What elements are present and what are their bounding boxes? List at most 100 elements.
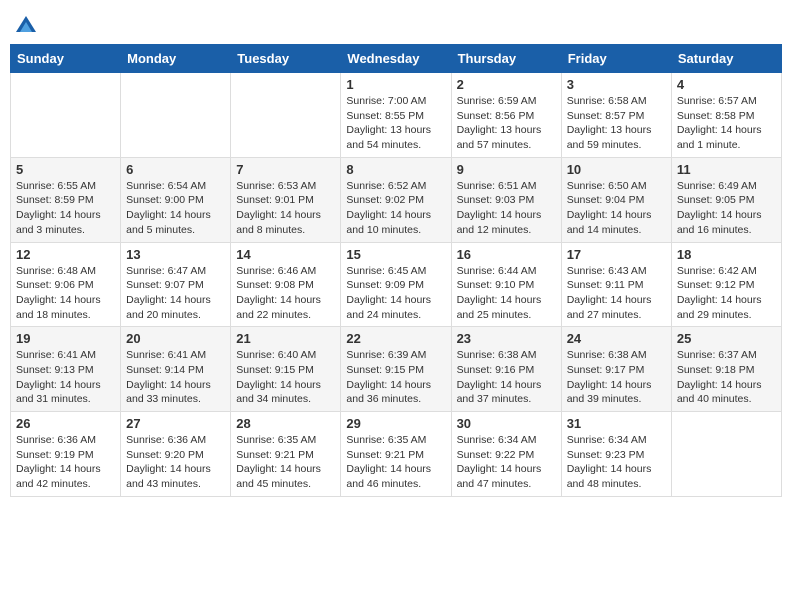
weekday-header-saturday: Saturday <box>671 45 781 73</box>
day-number: 23 <box>457 331 556 346</box>
day-number: 30 <box>457 416 556 431</box>
day-info: Sunrise: 6:48 AM Sunset: 9:06 PM Dayligh… <box>16 264 115 323</box>
calendar-cell <box>671 412 781 497</box>
calendar-cell: 20 Sunrise: 6:41 AM Sunset: 9:14 PM Dayli… <box>121 327 231 412</box>
calendar-cell: 30Sunrise: 6:34 AM Sunset: 9:22 PM Dayli… <box>451 412 561 497</box>
day-number: 29 <box>346 416 445 431</box>
day-number: 25 <box>677 331 776 346</box>
day-number: 7 <box>236 162 335 177</box>
page-header <box>10 10 782 38</box>
calendar-cell: 19Sunrise: 6:41 AM Sunset: 9:13 PM Dayli… <box>11 327 121 412</box>
day-info: Sunrise: 6:42 AM Sunset: 9:12 PM Dayligh… <box>677 264 776 323</box>
day-info: Sunrise: 6:49 AM Sunset: 9:05 PM Dayligh… <box>677 179 776 238</box>
day-number: 18 <box>677 247 776 262</box>
day-number: 17 <box>567 247 666 262</box>
day-info: Sunrise: 6:55 AM Sunset: 8:59 PM Dayligh… <box>16 179 115 238</box>
calendar-week-3: 12 Sunrise: 6:48 AM Sunset: 9:06 PM Dayli… <box>11 242 782 327</box>
day-number: 28 <box>236 416 335 431</box>
day-number: 22 <box>346 331 445 346</box>
day-info: Sunrise: 6:47 AM Sunset: 9:07 PM Dayligh… <box>126 264 225 323</box>
day-number: 31 <box>567 416 666 431</box>
day-number: 27 <box>126 416 225 431</box>
day-info: Sunrise: 6:45 AM Sunset: 9:09 PM Dayligh… <box>346 264 445 323</box>
day-info: Sunrise: 6:37 AM Sunset: 9:18 PM Dayligh… <box>677 348 776 407</box>
day-number: 10 <box>567 162 666 177</box>
day-number: 12 <box>16 247 115 262</box>
calendar-cell: 26 Sunrise: 6:36 AM Sunset: 9:19 PM Dayli… <box>11 412 121 497</box>
day-number: 2 <box>457 77 556 92</box>
calendar-cell: 23 Sunrise: 6:38 AM Sunset: 9:16 PM Dayli… <box>451 327 561 412</box>
day-info: Sunrise: 6:43 AM Sunset: 9:11 PM Dayligh… <box>567 264 666 323</box>
calendar-cell: 15 Sunrise: 6:45 AM Sunset: 9:09 PM Dayli… <box>341 242 451 327</box>
day-number: 8 <box>346 162 445 177</box>
calendar-cell: 21 Sunrise: 6:40 AM Sunset: 9:15 PM Dayli… <box>231 327 341 412</box>
day-info: Sunrise: 6:36 AM Sunset: 9:19 PM Dayligh… <box>16 433 115 492</box>
calendar-cell: 7 Sunrise: 6:53 AM Sunset: 9:01 PM Daylig… <box>231 157 341 242</box>
day-number: 5 <box>16 162 115 177</box>
day-number: 13 <box>126 247 225 262</box>
day-info: Sunrise: 6:39 AM Sunset: 9:15 PM Dayligh… <box>346 348 445 407</box>
day-number: 16 <box>457 247 556 262</box>
day-info: Sunrise: 6:59 AM Sunset: 8:56 PM Dayligh… <box>457 94 556 153</box>
calendar-cell: 11 Sunrise: 6:49 AM Sunset: 9:05 PM Dayli… <box>671 157 781 242</box>
day-info: Sunrise: 6:58 AM Sunset: 8:57 PM Dayligh… <box>567 94 666 153</box>
calendar-cell: 17 Sunrise: 6:43 AM Sunset: 9:11 PM Dayli… <box>561 242 671 327</box>
weekday-header-friday: Friday <box>561 45 671 73</box>
calendar-cell: 24Sunrise: 6:38 AM Sunset: 9:17 PM Dayli… <box>561 327 671 412</box>
day-number: 15 <box>346 247 445 262</box>
day-info: Sunrise: 6:34 AM Sunset: 9:23 PM Dayligh… <box>567 433 666 492</box>
day-info: Sunrise: 6:38 AM Sunset: 9:17 PM Dayligh… <box>567 348 666 407</box>
calendar-table: SundayMondayTuesdayWednesdayThursdayFrid… <box>10 44 782 497</box>
day-info: Sunrise: 7:00 AM Sunset: 8:55 PM Dayligh… <box>346 94 445 153</box>
weekday-header-sunday: Sunday <box>11 45 121 73</box>
calendar-cell <box>121 73 231 158</box>
calendar-cell <box>11 73 121 158</box>
logo <box>10 10 40 38</box>
day-info: Sunrise: 6:50 AM Sunset: 9:04 PM Dayligh… <box>567 179 666 238</box>
calendar-cell: 14 Sunrise: 6:46 AM Sunset: 9:08 PM Dayli… <box>231 242 341 327</box>
day-number: 9 <box>457 162 556 177</box>
calendar-cell: 1 Sunrise: 7:00 AM Sunset: 8:55 PM Daylig… <box>341 73 451 158</box>
weekday-header-thursday: Thursday <box>451 45 561 73</box>
calendar-cell: 16 Sunrise: 6:44 AM Sunset: 9:10 PM Dayli… <box>451 242 561 327</box>
day-number: 3 <box>567 77 666 92</box>
day-number: 6 <box>126 162 225 177</box>
day-info: Sunrise: 6:53 AM Sunset: 9:01 PM Dayligh… <box>236 179 335 238</box>
calendar-week-1: 1 Sunrise: 7:00 AM Sunset: 8:55 PM Daylig… <box>11 73 782 158</box>
day-info: Sunrise: 6:44 AM Sunset: 9:10 PM Dayligh… <box>457 264 556 323</box>
day-number: 20 <box>126 331 225 346</box>
calendar-cell: 2 Sunrise: 6:59 AM Sunset: 8:56 PM Daylig… <box>451 73 561 158</box>
calendar-cell: 27Sunrise: 6:36 AM Sunset: 9:20 PM Dayli… <box>121 412 231 497</box>
day-number: 11 <box>677 162 776 177</box>
day-number: 26 <box>16 416 115 431</box>
day-info: Sunrise: 6:35 AM Sunset: 9:21 PM Dayligh… <box>346 433 445 492</box>
calendar-cell: 31 Sunrise: 6:34 AM Sunset: 9:23 PM Dayli… <box>561 412 671 497</box>
day-info: Sunrise: 6:51 AM Sunset: 9:03 PM Dayligh… <box>457 179 556 238</box>
day-number: 14 <box>236 247 335 262</box>
calendar-cell <box>231 73 341 158</box>
calendar-cell: 10 Sunrise: 6:50 AM Sunset: 9:04 PM Dayli… <box>561 157 671 242</box>
day-info: Sunrise: 6:54 AM Sunset: 9:00 PM Dayligh… <box>126 179 225 238</box>
day-info: Sunrise: 6:41 AM Sunset: 9:14 PM Dayligh… <box>126 348 225 407</box>
calendar-cell: 25 Sunrise: 6:37 AM Sunset: 9:18 PM Dayli… <box>671 327 781 412</box>
day-info: Sunrise: 6:52 AM Sunset: 9:02 PM Dayligh… <box>346 179 445 238</box>
calendar-cell: 3 Sunrise: 6:58 AM Sunset: 8:57 PM Daylig… <box>561 73 671 158</box>
logo-icon <box>12 10 40 38</box>
calendar-cell: 9 Sunrise: 6:51 AM Sunset: 9:03 PM Daylig… <box>451 157 561 242</box>
calendar-week-4: 19Sunrise: 6:41 AM Sunset: 9:13 PM Dayli… <box>11 327 782 412</box>
calendar-cell: 5 Sunrise: 6:55 AM Sunset: 8:59 PM Daylig… <box>11 157 121 242</box>
calendar-week-5: 26 Sunrise: 6:36 AM Sunset: 9:19 PM Dayli… <box>11 412 782 497</box>
day-info: Sunrise: 6:57 AM Sunset: 8:58 PM Dayligh… <box>677 94 776 153</box>
day-number: 21 <box>236 331 335 346</box>
weekday-header-tuesday: Tuesday <box>231 45 341 73</box>
day-info: Sunrise: 6:35 AM Sunset: 9:21 PM Dayligh… <box>236 433 335 492</box>
day-info: Sunrise: 6:38 AM Sunset: 9:16 PM Dayligh… <box>457 348 556 407</box>
calendar-cell: 12 Sunrise: 6:48 AM Sunset: 9:06 PM Dayli… <box>11 242 121 327</box>
calendar-week-2: 5 Sunrise: 6:55 AM Sunset: 8:59 PM Daylig… <box>11 157 782 242</box>
day-number: 19 <box>16 331 115 346</box>
day-info: Sunrise: 6:46 AM Sunset: 9:08 PM Dayligh… <box>236 264 335 323</box>
calendar-cell: 6 Sunrise: 6:54 AM Sunset: 9:00 PM Daylig… <box>121 157 231 242</box>
day-number: 1 <box>346 77 445 92</box>
calendar-cell: 22 Sunrise: 6:39 AM Sunset: 9:15 PM Dayli… <box>341 327 451 412</box>
day-info: Sunrise: 6:40 AM Sunset: 9:15 PM Dayligh… <box>236 348 335 407</box>
